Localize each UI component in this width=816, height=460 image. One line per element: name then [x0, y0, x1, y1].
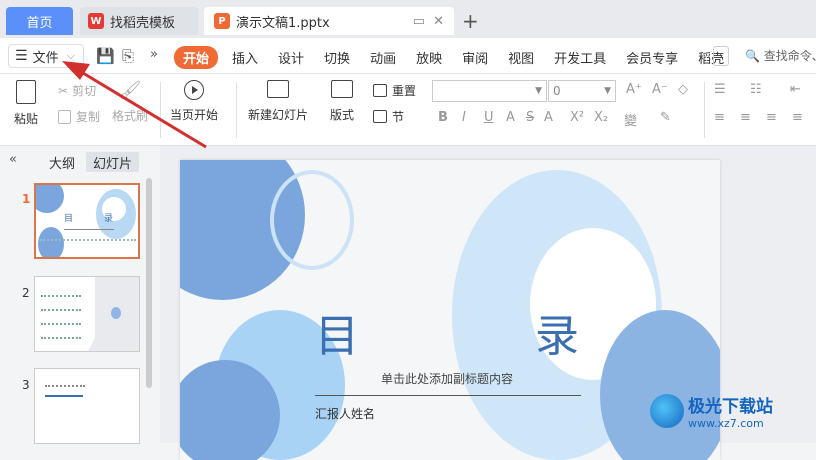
arrow-line: [77, 68, 207, 149]
annotation-arrow: [62, 61, 207, 149]
arrow-head-icon: [62, 61, 90, 80]
